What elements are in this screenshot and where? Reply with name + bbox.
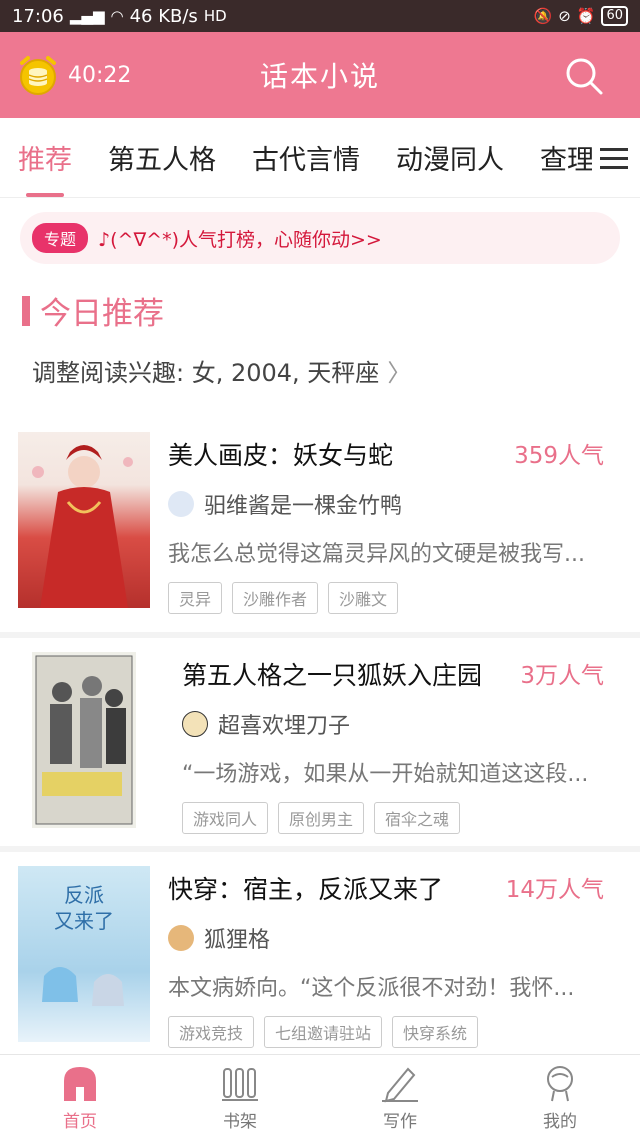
tab-ancient-romance[interactable]: 古代言情 (252, 138, 360, 177)
profile-icon (547, 1066, 573, 1102)
network-speed: 46 KB/s (129, 5, 198, 27)
tab-more[interactable]: 查理 (540, 138, 594, 177)
svg-text:又来了: 又来了 (54, 909, 114, 933)
book-tag[interactable]: 沙雕文 (328, 582, 399, 614)
book-cover: 反派 又来了 (18, 866, 150, 1042)
topic-text: ♪(^∇^*)人气打榜，心随你动>> (98, 228, 382, 251)
nav-write[interactable]: 写作 (320, 1055, 480, 1138)
book-tag[interactable]: 七组邀请驻站 (264, 1016, 383, 1048)
alarm-icon: ⏰ (576, 7, 596, 25)
battery-indicator: 60 (601, 6, 628, 26)
book-item[interactable]: 美人画皮：妖女与蛇 359人气 驲维酱是一棵金竹鸭 我怎么总觉得这篇灵异风的文硬… (0, 418, 640, 632)
category-tabs: 推荐 第五人格 古代言情 动漫同人 查理 (0, 118, 640, 198)
author-avatar (168, 491, 194, 517)
book-tag[interactable]: 宿伞之魂 (374, 802, 461, 834)
book-popularity: 3万人气 (520, 663, 604, 689)
book-author: 超喜欢埋刀子 (218, 714, 351, 739)
book-popularity: 14万人气 (505, 877, 604, 903)
book-tag[interactable]: 快穿系统 (392, 1016, 479, 1048)
tab-recommend[interactable]: 推荐 (18, 138, 72, 197)
book-description: “一场游戏，如果从一开始就知道这这段... (182, 762, 589, 787)
book-item[interactable]: 反派 又来了 快穿：宿主，反派又来了 14万人气 狐狸格 本文病娇向。“这个反派… (0, 846, 640, 1060)
interest-text: 调整阅读兴趣: 女, 2004, 天秤座 (32, 359, 380, 387)
nav-me[interactable]: 我的 (480, 1055, 640, 1138)
book-tag[interactable]: 原创男主 (278, 802, 365, 834)
app-bar: 40:22 话本小说 (0, 32, 640, 118)
timer-value: 40:22 (68, 62, 132, 88)
bookshelf-icon (222, 1068, 258, 1101)
book-description: 我怎么总觉得这篇灵异风的文硬是被我写... (168, 542, 585, 567)
nav-bookshelf-label: 书架 (223, 1112, 257, 1132)
coin-clock-icon (20, 56, 56, 95)
book-author: 驲维酱是一棵金竹鸭 (204, 494, 403, 519)
book-item[interactable]: 第五人格之一只狐妖入庄园 3万人气 超喜欢埋刀子 “一场游戏，如果从一开始就知道… (0, 632, 640, 846)
pen-icon (382, 1067, 418, 1103)
book-cover (32, 652, 136, 828)
interest-setting[interactable]: 调整阅读兴趣: 女, 2004, 天秤座 〉 (0, 353, 640, 388)
lock-icon: ⊘ (558, 7, 571, 25)
chevron-right-icon: 〉 (387, 359, 412, 387)
signal-icon: ▂▄▆ (69, 7, 105, 25)
section-title: 今日推荐 (40, 296, 164, 332)
home-icon (64, 1067, 96, 1101)
mute-icon: 🔕 (533, 7, 553, 25)
wifi-icon: ◠ (110, 7, 124, 25)
reading-timer[interactable]: 40:22 (16, 53, 131, 97)
book-author: 狐狸格 (204, 928, 271, 953)
nav-me-label: 我的 (543, 1112, 577, 1132)
tab-menu-icon[interactable] (592, 118, 640, 197)
section-header: 今日推荐 (0, 288, 640, 333)
nav-bookshelf[interactable]: 书架 (160, 1055, 320, 1138)
topic-badge: 专题 (32, 223, 89, 253)
book-description: 本文病娇向。“这个反派很不对劲！我怀... (168, 976, 575, 1001)
book-popularity: 359人气 (514, 443, 604, 469)
book-tag[interactable]: 灵异 (168, 582, 223, 614)
book-list: 美人画皮：妖女与蛇 359人气 驲维酱是一棵金竹鸭 我怎么总觉得这篇灵异风的文硬… (0, 418, 640, 1060)
section-accent-bar (22, 295, 30, 326)
hd-icon: HD (203, 7, 227, 25)
svg-text:反派: 反派 (64, 883, 104, 907)
tab-anime-fanfic[interactable]: 动漫同人 (396, 138, 504, 177)
book-tag[interactable]: 游戏竞技 (168, 1016, 255, 1048)
bottom-navigation: 首页 书架 写作 我的 (0, 1054, 640, 1138)
nav-write-label: 写作 (383, 1112, 417, 1132)
author-avatar (182, 711, 208, 737)
status-bar: 17:06 ▂▄▆ ◠ 46 KB/s HD 🔕 ⊘ ⏰ 60 (0, 0, 640, 32)
author-avatar (168, 925, 194, 951)
tab-identity-v[interactable]: 第五人格 (108, 138, 216, 177)
topic-banner[interactable]: 专题 ♪(^∇^*)人气打榜，心随你动>> (20, 212, 620, 264)
book-tag[interactable]: 沙雕作者 (232, 582, 319, 614)
search-icon[interactable] (564, 56, 604, 96)
nav-home[interactable]: 首页 (0, 1055, 160, 1138)
book-cover (18, 432, 150, 608)
book-tag[interactable]: 游戏同人 (182, 802, 269, 834)
nav-home-label: 首页 (63, 1112, 97, 1132)
status-time: 17:06 (12, 5, 64, 27)
